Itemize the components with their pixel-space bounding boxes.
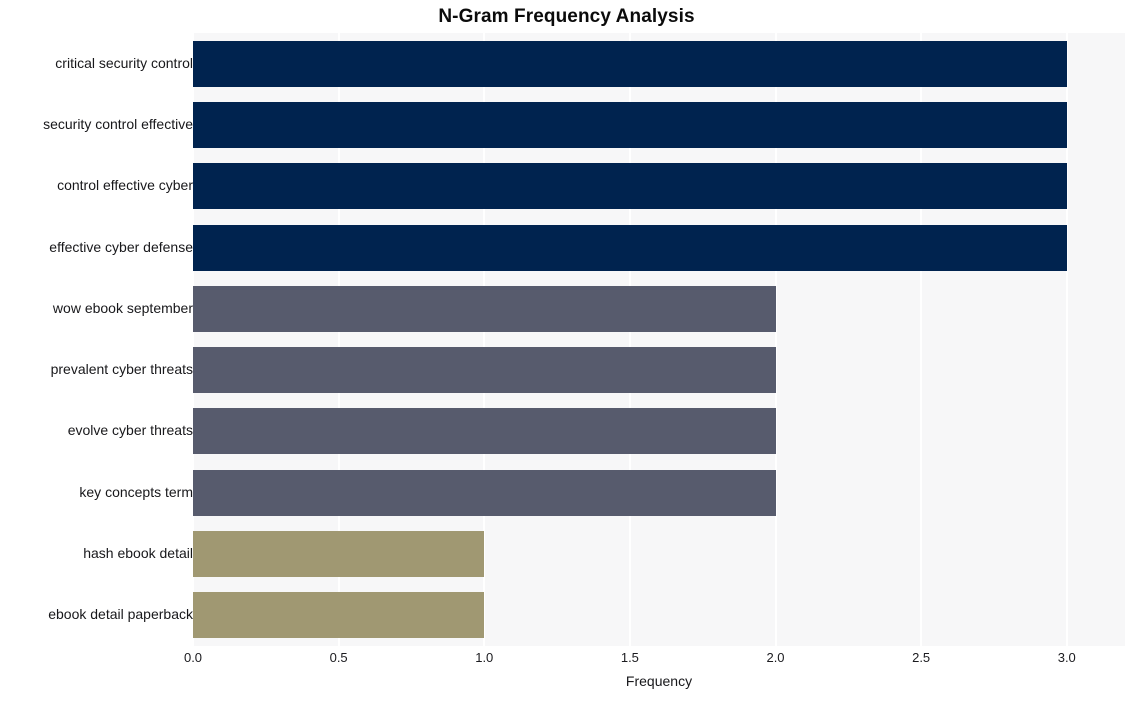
- x-axis-tick-label: 1.5: [620, 650, 639, 665]
- bar-row: [193, 163, 1125, 210]
- x-axis-tick-label: 2.5: [912, 650, 931, 665]
- y-axis-tick-label: effective cyber defense: [49, 238, 193, 255]
- bar[interactable]: [193, 224, 1067, 271]
- x-axis-tick-labels: 0.0 0.5 1.0 1.5 2.0 2.5 3.0: [184, 650, 1125, 670]
- y-axis-tick-label: hash ebook detail: [83, 545, 193, 562]
- bar-row: [193, 285, 1125, 332]
- y-axis-tick-label: prevalent cyber threats: [50, 361, 193, 378]
- bar[interactable]: [193, 285, 776, 332]
- bar-row: [193, 224, 1125, 271]
- bar[interactable]: [193, 40, 1067, 87]
- x-axis-tick-label: 2.0: [766, 650, 785, 665]
- x-axis-tick-label: 1.0: [475, 650, 494, 665]
- chart-title: N-Gram Frequency Analysis: [438, 6, 695, 27]
- bar[interactable]: [193, 469, 776, 516]
- y-axis-tick-label: evolve cyber threats: [67, 422, 193, 439]
- bar-row: [193, 347, 1125, 394]
- y-axis-tick-label: control effective cyber: [57, 177, 193, 194]
- y-axis-labels: critical security control security contro…: [0, 33, 193, 646]
- y-axis-tick-label: critical security control: [55, 54, 193, 71]
- x-axis-tick-label: 3.0: [1057, 650, 1076, 665]
- bar-row: [193, 531, 1125, 578]
- x-axis-label: Frequency: [625, 673, 693, 689]
- bar-row: [193, 101, 1125, 148]
- bar-row: [193, 40, 1125, 87]
- bar[interactable]: [193, 592, 485, 639]
- bar-row: [193, 469, 1125, 516]
- bar[interactable]: [193, 531, 485, 578]
- bar[interactable]: [193, 163, 1067, 210]
- bar-row: [193, 592, 1125, 639]
- bar-row: [193, 408, 1125, 455]
- y-axis-tick-label: wow ebook september: [52, 299, 193, 316]
- y-axis-tick-label: ebook detail paperback: [48, 606, 193, 623]
- bar[interactable]: [193, 101, 1067, 148]
- x-axis-tick-label: 0.0: [183, 650, 203, 665]
- chart-figure: N-Gram Frequency Analysis critical secur…: [0, 0, 1133, 701]
- plot-area: [192, 33, 1125, 646]
- x-axis-tick-label: 0.5: [329, 650, 348, 665]
- y-axis-tick-label: key concepts term: [79, 483, 193, 500]
- bar[interactable]: [193, 408, 776, 455]
- bar[interactable]: [193, 347, 776, 394]
- y-axis-tick-label: security control effective: [43, 115, 193, 132]
